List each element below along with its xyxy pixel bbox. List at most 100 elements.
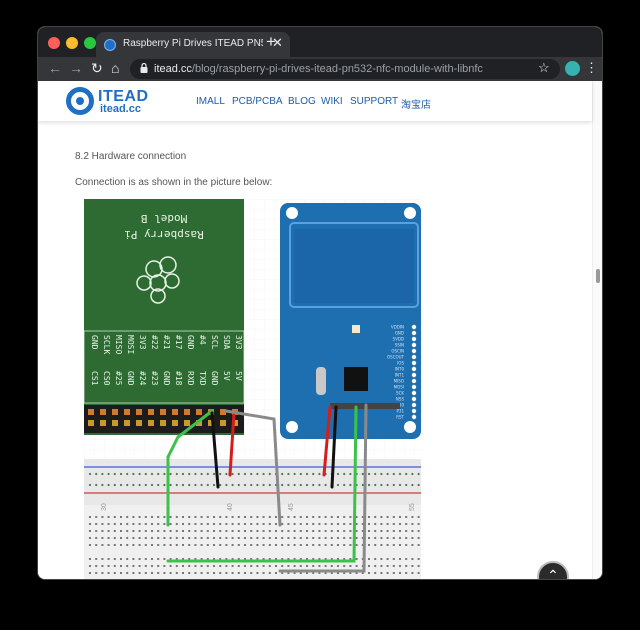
breadboard-hole	[89, 544, 91, 546]
nav-support[interactable]: SUPPORT	[350, 96, 398, 107]
breadboard-hole	[101, 483, 104, 487]
back-to-top-button[interactable]: ⌃	[537, 561, 569, 579]
forward-icon[interactable]: →	[69, 60, 83, 76]
breadboard-hole	[89, 530, 91, 532]
breadboard-hole	[132, 565, 135, 567]
breadboard-hole	[231, 572, 234, 574]
pi-pin-label: MOSI	[126, 335, 135, 354]
breadboard-hole	[374, 523, 377, 525]
breadboard-hole	[101, 530, 104, 532]
gpio-pin	[220, 420, 226, 426]
breadboard-hole	[119, 483, 123, 487]
breadboard-hole	[206, 523, 209, 525]
reload-icon[interactable]: ↻	[91, 60, 103, 76]
breadboard-hole	[169, 483, 172, 487]
nav-pcb-pcba[interactable]: PCB/PCBA	[232, 96, 283, 107]
breadboard-hole	[237, 472, 240, 476]
breadboard-hole	[268, 483, 271, 487]
nfc-pin-label: GND	[395, 331, 404, 336]
itead-logo-icon[interactable]	[66, 87, 94, 115]
pi-pin-label: 3V3	[138, 335, 147, 350]
breadboard-hole	[275, 537, 277, 539]
home-icon[interactable]: ⌂	[111, 60, 119, 76]
breadboard-hole	[101, 516, 104, 518]
breadboard-hole	[398, 483, 402, 487]
gpio-pin	[88, 409, 94, 415]
breadboard-hole	[120, 516, 122, 518]
nfc-pin-label: VDDIN	[391, 325, 404, 330]
breadboard-hole	[157, 516, 160, 518]
breadboard-hole	[405, 516, 408, 518]
gpio-pin	[160, 409, 166, 415]
breadboard-hole	[293, 472, 296, 476]
nfc-pin	[411, 366, 417, 372]
star-icon[interactable]: ☆	[538, 60, 550, 76]
breadboard-hole	[336, 472, 340, 476]
web-page: ITEAD itead.cc IMALL PCB/PCBA BLOG WIKI …	[38, 81, 602, 579]
breadboard-hole	[157, 558, 160, 560]
address-bar[interactable]: itead.cc/blog/raspberry-pi-drives-itead-…	[130, 59, 560, 79]
breadboard-hole	[120, 544, 122, 546]
pi-pin-label: #24	[138, 371, 147, 386]
scrollbar-thumb[interactable]	[596, 269, 600, 283]
breadboard-hole	[219, 544, 222, 546]
breadboard-hole	[244, 523, 246, 525]
breadboard-hole	[244, 565, 246, 567]
breadboard-hole	[367, 472, 371, 476]
breadboard-hole	[126, 537, 129, 539]
breadboard-hole	[120, 537, 122, 539]
browser-tab[interactable]: Raspberry Pi Drives ITEAD PN532 ✕	[96, 32, 290, 57]
breadboard-hole	[126, 544, 129, 546]
breadboard-hole	[405, 572, 408, 574]
breadboard-hole	[182, 530, 184, 532]
section-heading: 8.2 Hardware connection	[75, 151, 187, 162]
breadboard-hole	[380, 572, 383, 574]
breadboard-hole	[355, 530, 358, 532]
page-scrollbar[interactable]	[592, 81, 602, 579]
new-tab-button[interactable]: +	[266, 33, 276, 50]
maximize-window-button[interactable]	[84, 37, 96, 49]
close-window-button[interactable]	[48, 37, 60, 49]
nav-blog[interactable]: BLOG	[288, 96, 316, 107]
title-bar: Raspberry Pi Drives ITEAD PN532 ✕ +	[38, 27, 602, 57]
breadboard-hole	[380, 537, 383, 539]
breadboard-hole	[268, 565, 271, 567]
minimize-window-button[interactable]	[66, 37, 78, 49]
breadboard-hole	[237, 565, 240, 567]
chevron-up-icon: ⌃	[547, 567, 559, 579]
breadboard-hole	[293, 537, 296, 539]
breadboard-hole	[138, 483, 141, 487]
breadboard-hole	[349, 472, 352, 476]
breadboard-hole	[175, 530, 178, 532]
breadboard-hole	[386, 572, 389, 574]
breadboard-hole	[212, 483, 216, 487]
breadboard-hole	[188, 572, 191, 574]
breadboard-hole	[188, 544, 191, 546]
nfc-pin-label: OSCOUT	[387, 355, 405, 360]
nav-taobao[interactable]: 淘宝店	[401, 96, 431, 111]
breadboard-hole	[374, 516, 377, 518]
breadboard-hole	[417, 565, 420, 567]
breadboard-hole	[287, 530, 290, 532]
gpio-pin	[172, 409, 178, 415]
breadboard-hole	[417, 523, 420, 525]
breadboard-hole	[89, 565, 91, 567]
breadboard-hole	[244, 572, 246, 574]
breadboard-hole	[417, 544, 420, 546]
menu-icon[interactable]: ⋮	[585, 60, 598, 76]
nav-wiki[interactable]: WIKI	[321, 96, 343, 107]
breadboard-hole	[392, 472, 395, 476]
breadboard-hole	[250, 530, 253, 532]
breadboard-hole	[237, 516, 240, 518]
breadboard-hole	[150, 472, 154, 476]
pi-pin-label: GND	[90, 335, 99, 350]
breadboard-hole	[120, 523, 122, 525]
back-icon[interactable]: ←	[48, 60, 62, 76]
profile-avatar[interactable]	[565, 61, 580, 76]
breadboard-hole	[144, 572, 147, 574]
breadboard-hole	[318, 544, 321, 546]
breadboard-hole	[287, 523, 290, 525]
nav-imall[interactable]: IMALL	[196, 96, 225, 107]
breadboard-hole	[417, 472, 420, 476]
logo-subtitle[interactable]: itead.cc	[100, 103, 141, 115]
